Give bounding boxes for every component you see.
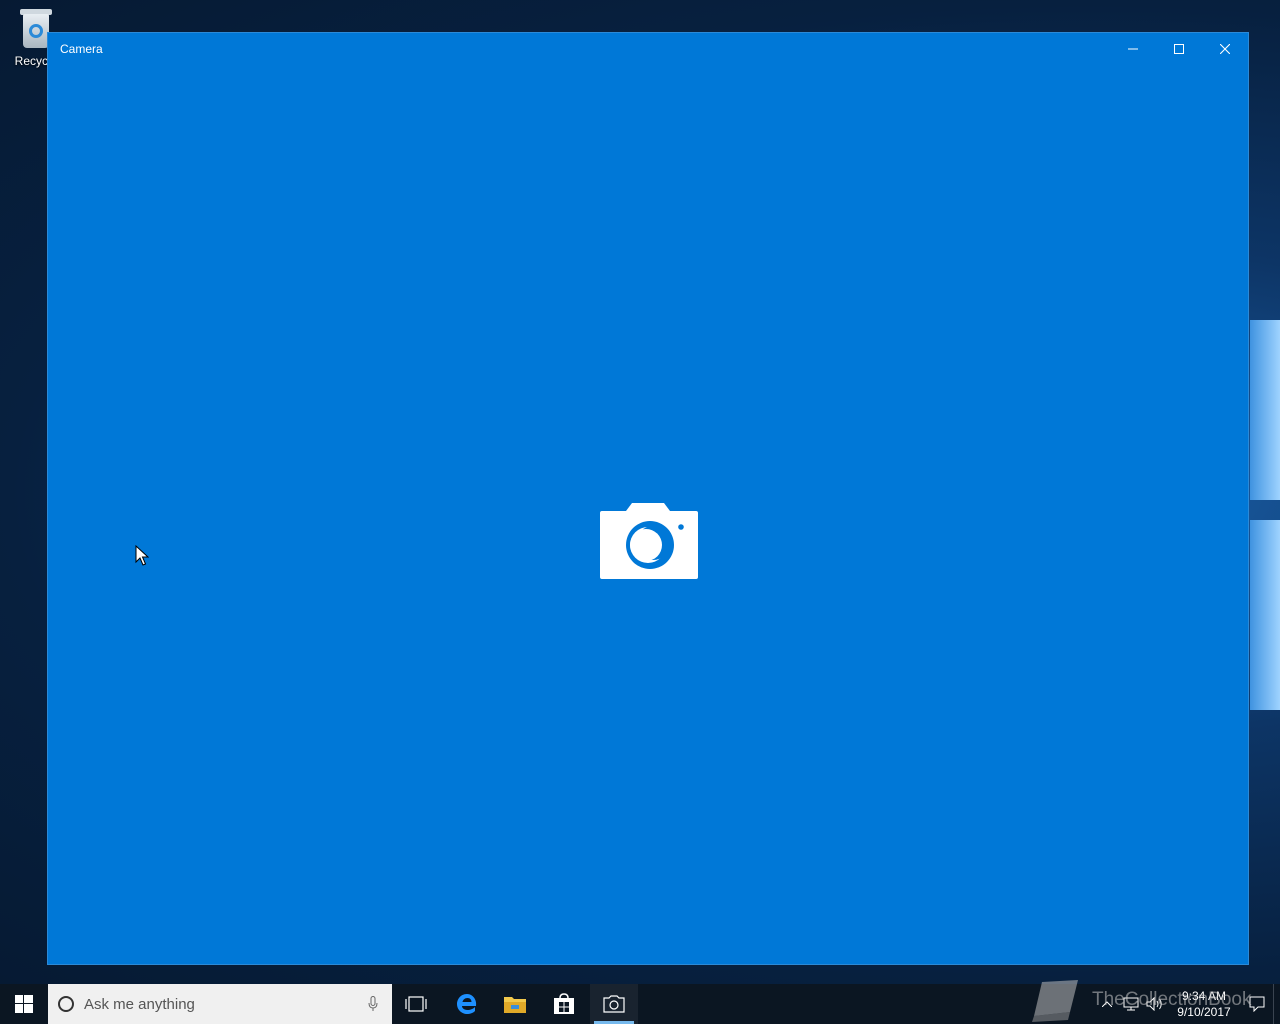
clock-time: 9:34 AM: [1181, 989, 1227, 1003]
windows-wallpaper-logo: [1248, 320, 1280, 710]
mouse-cursor-icon: [135, 545, 149, 566]
search-placeholder: Ask me anything: [84, 995, 195, 1013]
clock-date: 9/10/2017: [1177, 1005, 1231, 1019]
close-button[interactable]: [1202, 33, 1248, 65]
network-icon: [1123, 997, 1139, 1011]
windows-logo-icon: [15, 995, 33, 1013]
close-icon: [1220, 44, 1230, 54]
file-explorer-icon: [504, 997, 526, 1013]
network-tray-button[interactable]: [1119, 984, 1143, 1024]
task-view-button[interactable]: [392, 984, 440, 1024]
action-center-button[interactable]: [1241, 984, 1273, 1024]
notification-icon: [1249, 996, 1265, 1012]
minimize-icon: [1128, 48, 1138, 50]
store-taskbar-button[interactable]: [540, 984, 588, 1024]
show-hidden-icons-button[interactable]: [1095, 984, 1119, 1024]
taskbar-clock[interactable]: 9:34 AM 9/10/2017: [1167, 988, 1241, 1020]
camera-viewport: [48, 65, 1248, 964]
edge-icon: [457, 994, 477, 1014]
start-button[interactable]: [0, 984, 48, 1024]
window-controls: [1110, 33, 1248, 65]
taskbar: Ask me anything 9:34 AM 9/10/2017: [0, 984, 1280, 1024]
file-explorer-taskbar-button[interactable]: [491, 984, 539, 1024]
title-bar[interactable]: Camera: [48, 33, 1248, 65]
camera-window: Camera: [47, 32, 1249, 965]
store-icon: [554, 993, 574, 1014]
cortana-icon: [58, 996, 74, 1012]
camera-taskbar-button[interactable]: [590, 984, 638, 1024]
volume-tray-button[interactable]: [1143, 984, 1167, 1024]
task-view-icon: [405, 996, 427, 1012]
camera-icon: [600, 503, 698, 579]
search-box[interactable]: Ask me anything: [48, 984, 392, 1024]
edge-taskbar-button[interactable]: [443, 984, 491, 1024]
maximize-button[interactable]: [1156, 33, 1202, 65]
camera-icon: [603, 995, 625, 1013]
show-desktop-button[interactable]: [1273, 984, 1280, 1024]
window-title: Camera: [60, 42, 103, 56]
volume-icon: [1146, 997, 1162, 1011]
system-tray: 9:34 AM 9/10/2017: [1095, 984, 1280, 1024]
minimize-button[interactable]: [1110, 33, 1156, 65]
microphone-icon[interactable]: [368, 996, 378, 1012]
maximize-icon: [1174, 44, 1184, 54]
chevron-up-icon: [1102, 1001, 1112, 1007]
